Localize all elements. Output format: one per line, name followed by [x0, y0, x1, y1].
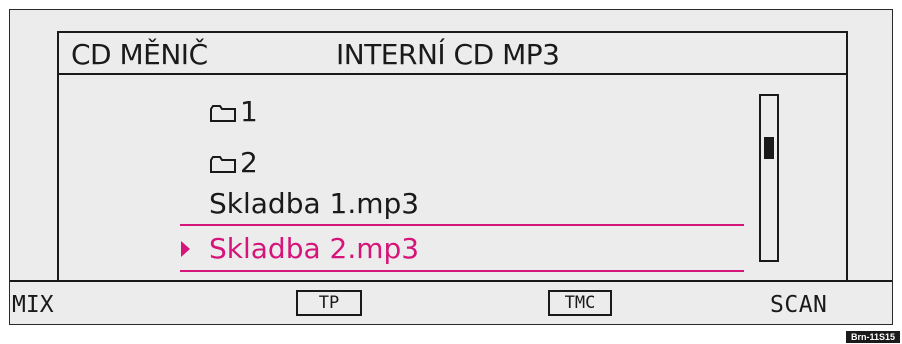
mix-softkey[interactable]: MIX	[12, 292, 54, 318]
scrollbar-thumb[interactable]	[764, 137, 774, 159]
header-bar: CD MĚNIČ INTERNÍ CD MP3	[57, 31, 848, 75]
scan-softkey[interactable]: SCAN	[770, 292, 827, 318]
display-screen: CD MĚNIČ INTERNÍ CD MP3 1 2 Skladba 1.mp…	[9, 9, 893, 325]
folder-icon	[210, 105, 236, 122]
tmc-softkey[interactable]: TMC	[548, 290, 612, 316]
figure-code: Brn-11S15	[846, 331, 900, 343]
play-arrow-icon	[181, 241, 190, 257]
folder-label: 2	[240, 146, 258, 179]
folder-label: 1	[240, 95, 258, 128]
tp-softkey[interactable]: TP	[296, 290, 362, 316]
selection-bottom-line	[180, 270, 744, 272]
source-name: INTERNÍ CD MP3	[336, 38, 560, 71]
track-list: 1 2 Skladba 1.mp3 Skladba 2.mp3	[57, 73, 848, 280]
track-label: Skladba 1.mp3	[209, 187, 420, 220]
scrollbar[interactable]	[759, 94, 779, 262]
folder-icon	[210, 156, 236, 173]
track-label: Skladba 2.mp3	[209, 232, 420, 265]
source-label[interactable]: CD MĚNIČ	[71, 40, 208, 70]
softkey-bar: MIX TP TMC SCAN	[10, 280, 892, 324]
selection-top-line	[180, 224, 744, 226]
